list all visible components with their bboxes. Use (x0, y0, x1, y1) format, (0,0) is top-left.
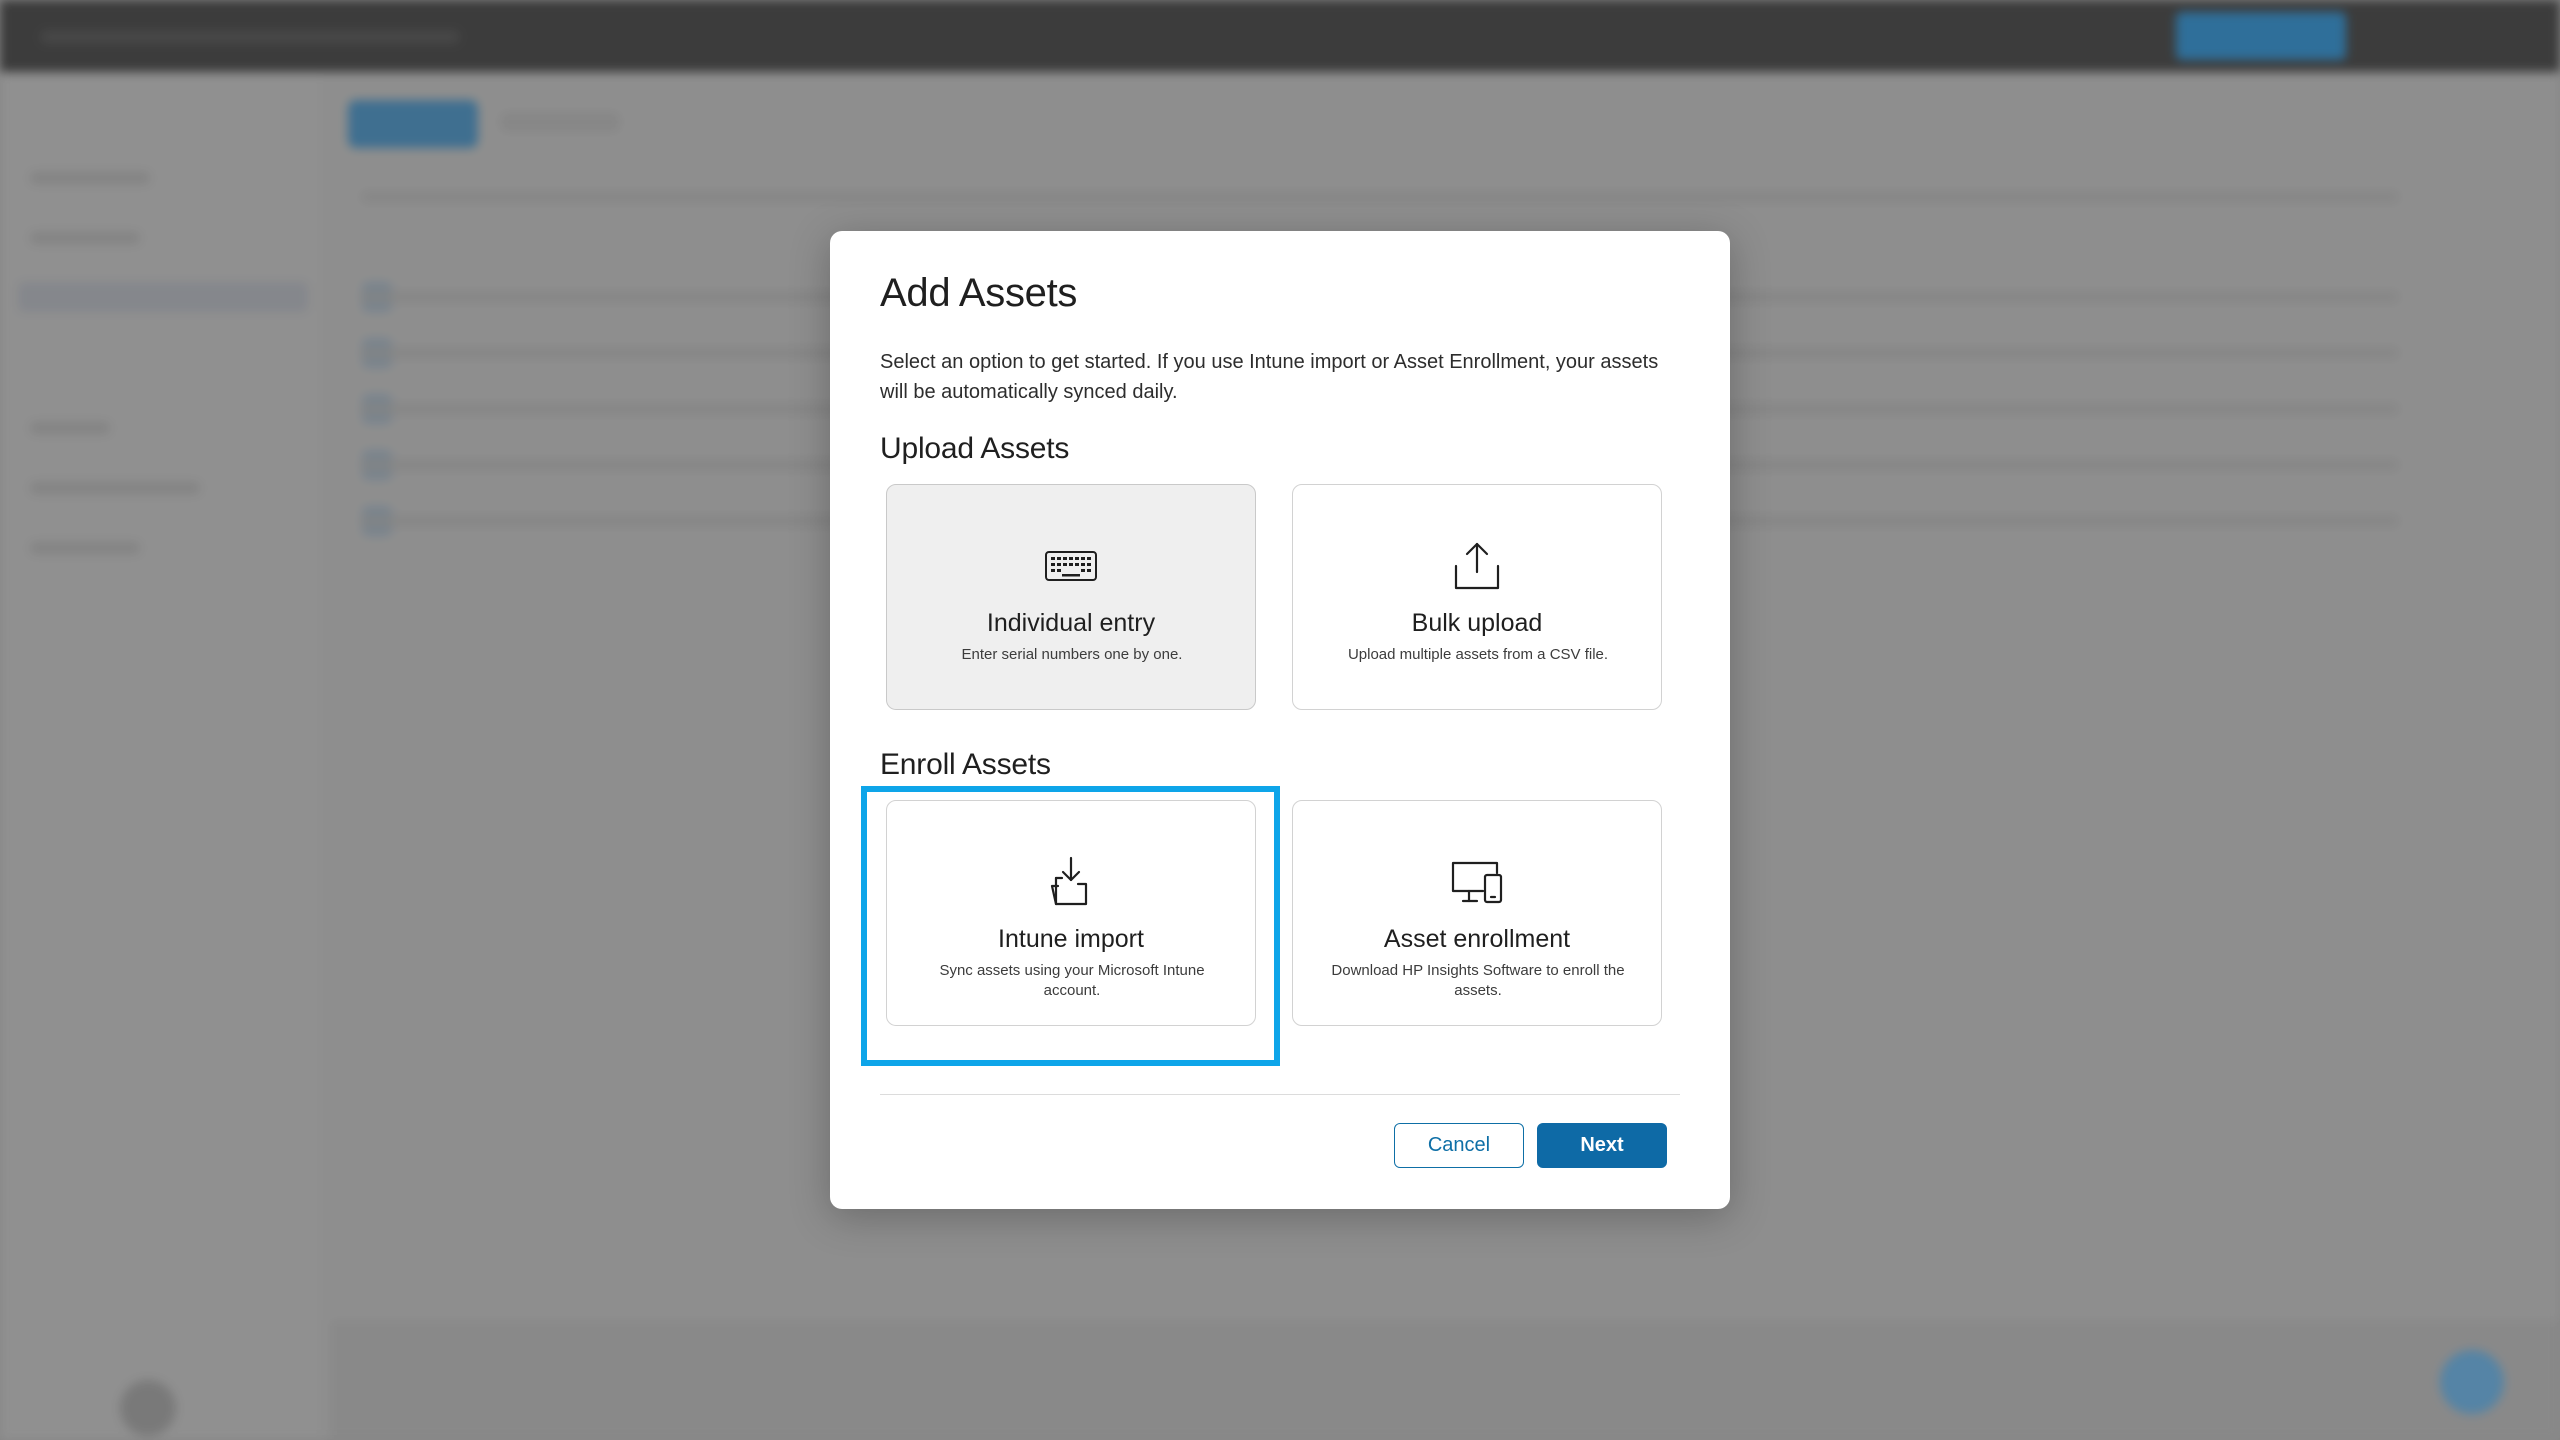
enroll-assets-heading: Enroll Assets (880, 748, 1051, 781)
dialog-title: Add Assets (880, 271, 1078, 315)
cancel-button[interactable]: Cancel (1394, 1123, 1524, 1168)
dialog-description: Select an option to get started. If you … (880, 351, 1659, 403)
devices-icon (1447, 855, 1507, 909)
intune-import-subtitle: Sync assets using your Microsoft Intune … (939, 962, 1205, 999)
bulk-upload-title: Bulk upload (1411, 609, 1543, 637)
asset-enrollment-subtitle: Download HP Insights Software to enroll … (1331, 962, 1625, 999)
intune-import-card[interactable]: Intune import Sync assets using your Mic… (886, 800, 1256, 1026)
asset-enrollment-title: Asset enrollment (1383, 925, 1571, 953)
bulk-upload-subtitle: Upload multiple assets from a CSV file. (1347, 646, 1609, 663)
upload-icon (1447, 539, 1507, 593)
individual-entry-card[interactable]: Individual entry Enter serial numbers on… (886, 484, 1256, 710)
upload-assets-heading: Upload Assets (880, 432, 1070, 465)
intune-import-title: Intune import (998, 925, 1144, 953)
asset-enrollment-card[interactable]: Asset enrollment Download HP Insights So… (1292, 800, 1662, 1026)
bulk-upload-card[interactable]: Bulk upload Upload multiple assets from … (1292, 484, 1662, 710)
next-button[interactable]: Next (1537, 1123, 1667, 1168)
keyboard-icon (1041, 539, 1101, 593)
add-assets-dialog: Add Assets Select an option to get start… (830, 231, 1730, 1209)
individual-entry-title: Individual entry (986, 609, 1156, 637)
individual-entry-subtitle: Enter serial numbers one by one. (961, 646, 1183, 663)
footer-divider (880, 1094, 1680, 1095)
download-tray-icon (1041, 855, 1101, 909)
